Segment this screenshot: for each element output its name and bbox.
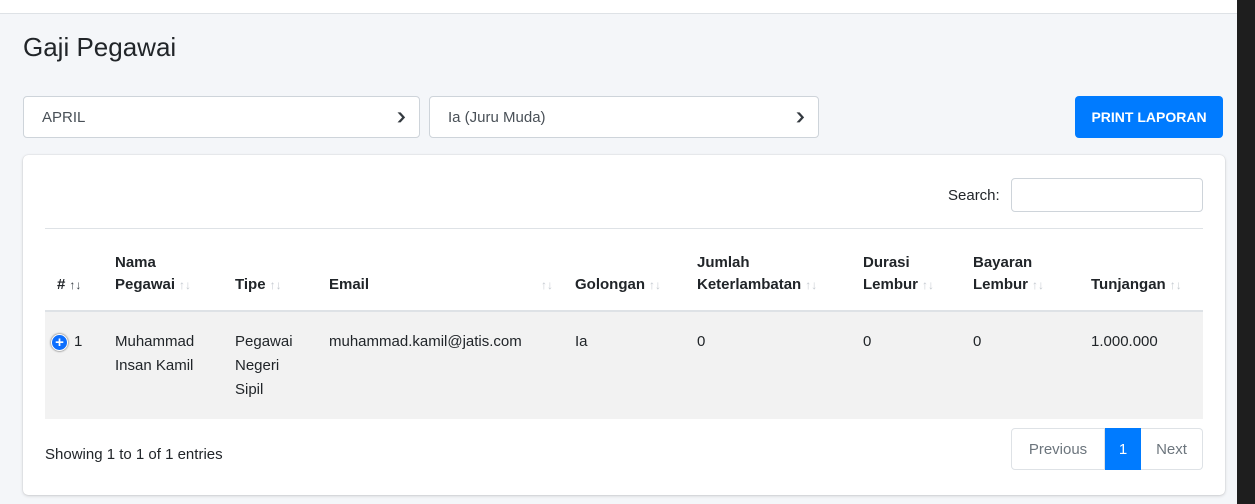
col-header-nama[interactable]: Nama Pegawai ↑↓ [103, 229, 223, 312]
window-edge [1237, 0, 1255, 504]
cell-no: +1 [45, 311, 103, 419]
search-input[interactable] [1011, 178, 1203, 212]
golongan-select[interactable]: Ia (Juru Muda) ❯ [429, 96, 819, 138]
table-row: +1 Muhammad Insan Kamil Pegawai Negeri S… [45, 311, 1203, 419]
col-header-keterlambatan[interactable]: Jumlah Keterlambatan ↑↓ [685, 229, 851, 312]
cell-email: muhammad.kamil@jatis.com [317, 311, 563, 419]
cell-nama: Muhammad Insan Kamil [103, 311, 223, 419]
table-header-row: # ↑↓ Nama Pegawai ↑↓ Tipe ↑↓ Email ↑↓ Golonga… [45, 229, 1203, 312]
sort-arrows-icon: ↑↓ [541, 278, 553, 292]
salary-table-card: Search: # ↑↓ Nama Pegawai ↑↓ Tipe ↑↓ Email ↑↓… [23, 155, 1225, 495]
sort-arrows-icon: ↑↓ [269, 278, 282, 292]
pagination-previous[interactable]: Previous [1011, 428, 1105, 470]
month-select[interactable]: APRIL ❯ [23, 96, 420, 138]
cell-bayaran-lembur: 0 [961, 311, 1079, 419]
cell-durasi-lembur: 0 [851, 311, 961, 419]
col-header-durasi-lembur[interactable]: Durasi Lembur ↑↓ [851, 229, 961, 312]
sort-arrows-icon: ↑↓ [805, 278, 818, 292]
col-header-no[interactable]: # ↑↓ [45, 229, 103, 312]
chevron-down-icon: ❯ [793, 111, 806, 123]
sort-arrows-icon: ↑↓ [649, 278, 661, 292]
pagination-next[interactable]: Next [1141, 428, 1203, 470]
cell-keterlambatan: 0 [685, 311, 851, 419]
sort-arrows-icon: ↑↓ [1032, 278, 1045, 292]
chevron-down-icon: ❯ [394, 111, 407, 123]
sort-arrows-icon: ↑↓ [1169, 278, 1182, 292]
table-info: Showing 1 to 1 of 1 entries [45, 446, 223, 463]
sort-arrows-icon: ↑↓ [69, 278, 82, 292]
page-title: Gaji Pegawai [23, 32, 177, 62]
col-header-email[interactable]: Email ↑↓ [317, 229, 563, 312]
salary-table: # ↑↓ Nama Pegawai ↑↓ Tipe ↑↓ Email ↑↓ Golonga… [45, 229, 1203, 419]
cell-tipe: Pegawai Negeri Sipil [223, 311, 317, 419]
pagination-page-1[interactable]: 1 [1105, 428, 1141, 470]
month-select-value: APRIL [42, 108, 86, 126]
sort-arrows-icon: ↑↓ [922, 278, 935, 292]
col-header-golongan[interactable]: Golongan ↑↓ [563, 229, 685, 312]
cell-golongan: Ia [563, 311, 685, 419]
print-report-button[interactable]: PRINT LAPORAN [1075, 96, 1223, 138]
sort-arrows-icon: ↑↓ [179, 278, 192, 292]
cell-tunjangan: 1.000.000 [1079, 311, 1203, 419]
col-header-tipe[interactable]: Tipe ↑↓ [223, 229, 317, 312]
search-label: Search: [948, 187, 1000, 204]
col-header-bayaran-lembur[interactable]: Bayaran Lembur ↑↓ [961, 229, 1079, 312]
pagination: Previous 1 Next [1011, 428, 1203, 470]
top-navbar-edge [0, 0, 1237, 14]
plus-circle-icon[interactable]: + [51, 334, 68, 351]
golongan-select-value: Ia (Juru Muda) [448, 108, 546, 126]
col-header-tunjangan[interactable]: Tunjangan ↑↓ [1079, 229, 1203, 312]
